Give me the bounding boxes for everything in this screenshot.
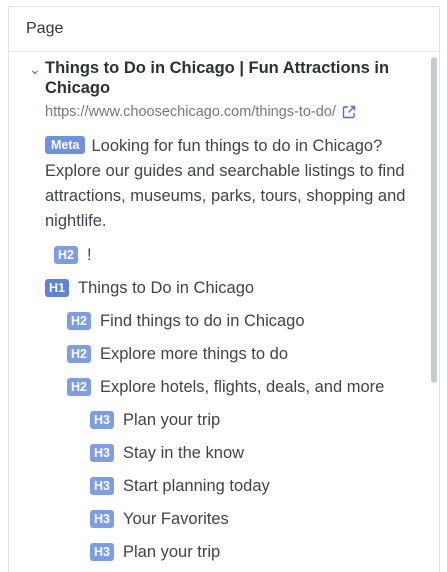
heading-text: Find things to do in Chicago	[99, 312, 305, 330]
page-content: ⌄ Things to Do in Chicago | Fun Attracti…	[9, 53, 439, 572]
heading-level-badge: H2	[67, 312, 91, 330]
heading-level-badge: H3	[90, 444, 114, 462]
heading-item: H2 Explore more things to do	[67, 343, 288, 365]
heading-text: Plan your trip	[122, 411, 221, 429]
meta-description-text: Looking for fun things to do in Chicago?…	[45, 137, 406, 230]
heading-level-badge: H3	[90, 411, 114, 429]
heading-text: Plan your trip	[122, 543, 221, 561]
heading-level-badge: H2	[67, 345, 91, 363]
page-title-row[interactable]: ⌄ Things to Do in Chicago | Fun Attracti…	[29, 58, 409, 98]
heading-level-badge: H2	[54, 246, 78, 264]
heading-level-badge: H2	[67, 378, 91, 396]
heading-item: H3 Stay in the know	[90, 442, 244, 464]
heading-item: H3 Start planning today	[90, 475, 270, 497]
heading-item: H3 Your Favorites	[90, 508, 229, 530]
page-panel: Page ⌄ Things to Do in Chicago | Fun Att…	[8, 6, 440, 572]
heading-item: H2 Find things to do in Chicago	[67, 310, 305, 332]
heading-text: Things to Do in Chicago	[77, 279, 255, 297]
heading-item: H1 Things to Do in Chicago	[45, 277, 254, 299]
page-url-row: https://www.choosechicago.com/things-to-…	[45, 104, 356, 120]
meta-badge: Meta	[45, 136, 86, 154]
heading-text: Explore hotels, flights, deals, and more	[99, 378, 385, 396]
panel-header: Page	[9, 7, 439, 52]
heading-item: H2 Explore hotels, flights, deals, and m…	[67, 376, 384, 398]
heading-item: H3 Plan your trip	[90, 541, 220, 563]
heading-text: Stay in the know	[122, 444, 245, 462]
heading-level-badge: H3	[90, 477, 114, 495]
heading-text: Your Favorites	[122, 510, 229, 528]
heading-text: Start planning today	[122, 477, 270, 495]
heading-level-badge: H3	[90, 543, 114, 561]
heading-item: H3 Plan your trip	[90, 409, 220, 431]
page-title[interactable]: Things to Do in Chicago | Fun Attraction…	[45, 58, 409, 98]
chevron-down-icon[interactable]: ⌄	[29, 58, 45, 98]
scrollbar-thumb[interactable]	[431, 57, 437, 383]
meta-description: Meta Looking for fun things to do in Chic…	[45, 134, 417, 234]
heading-text: Explore more things to do	[99, 345, 289, 363]
external-link-icon[interactable]	[342, 105, 356, 119]
scrollbar[interactable]	[431, 57, 437, 572]
heading-level-badge: H1	[45, 279, 69, 297]
heading-text: !	[86, 246, 92, 264]
heading-item: H2 !	[54, 244, 92, 266]
heading-level-badge: H3	[90, 510, 114, 528]
page-url: https://www.choosechicago.com/things-to-…	[45, 104, 336, 120]
